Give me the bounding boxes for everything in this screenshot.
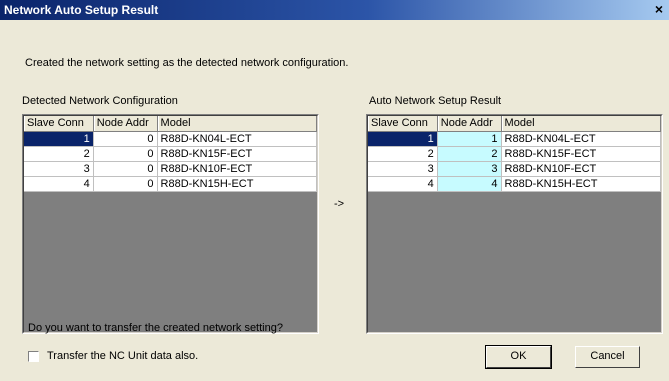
cell-node-addr[interactable]: 0	[93, 162, 158, 177]
cell-node-addr[interactable]: 3	[437, 162, 502, 177]
cell-model[interactable]: R88D-KN15F-ECT	[157, 147, 317, 162]
cell-node-addr[interactable]: 0	[93, 147, 158, 162]
cell-node-addr[interactable]: 4	[437, 177, 502, 192]
col-header-node-addr[interactable]: Node Addr	[93, 116, 158, 131]
table-row[interactable]: 1 1 R88D-KN04L-ECT	[368, 132, 661, 147]
table-row[interactable]: 3 0 R88D-KN10F-ECT	[24, 162, 317, 177]
cell-node-addr[interactable]: 0	[93, 132, 158, 147]
cell-slave-conn[interactable]: 2	[24, 147, 94, 162]
cell-node-addr[interactable]: 1	[437, 132, 502, 147]
cell-model[interactable]: R88D-KN10F-ECT	[501, 162, 661, 177]
table-row[interactable]: 3 3 R88D-KN10F-ECT	[368, 162, 661, 177]
transfer-nc-checkbox[interactable]	[28, 351, 39, 362]
detected-config-grid[interactable]: Slave Conn Node Addr Model 1 0 R88D-KN04…	[22, 114, 319, 334]
col-header-slave-conn[interactable]: Slave Conn	[24, 116, 94, 131]
cell-model[interactable]: R88D-KN15F-ECT	[501, 147, 661, 162]
cell-slave-conn[interactable]: 1	[368, 132, 438, 147]
col-header-model[interactable]: Model	[501, 116, 661, 131]
cell-slave-conn[interactable]: 3	[24, 162, 94, 177]
cell-model[interactable]: R88D-KN15H-ECT	[157, 177, 317, 192]
result-message: Created the network setting as the detec…	[25, 57, 349, 69]
col-header-node-addr[interactable]: Node Addr	[437, 116, 502, 131]
ok-button[interactable]: OK	[485, 345, 552, 369]
cell-slave-conn[interactable]: 1	[24, 132, 94, 147]
window-title: Network Auto Setup Result	[4, 3, 159, 17]
cell-node-addr[interactable]: 0	[93, 177, 158, 192]
cell-node-addr[interactable]: 2	[437, 147, 502, 162]
col-header-model[interactable]: Model	[157, 116, 317, 131]
transfer-question: Do you want to transfer the created netw…	[28, 322, 283, 334]
cell-slave-conn[interactable]: 4	[368, 177, 438, 192]
setup-result-grid[interactable]: Slave Conn Node Addr Model 1 1 R88D-KN04…	[366, 114, 663, 334]
grid-header: Slave Conn Node Addr Model	[24, 116, 317, 132]
table-row[interactable]: 2 0 R88D-KN15F-ECT	[24, 147, 317, 162]
table-row[interactable]: 1 0 R88D-KN04L-ECT	[24, 132, 317, 147]
cancel-button[interactable]: Cancel	[575, 346, 640, 368]
close-icon[interactable]: ×	[651, 2, 667, 17]
title-bar: Network Auto Setup Result ×	[0, 0, 669, 20]
setup-result-label: Auto Network Setup Result	[369, 95, 502, 107]
table-row[interactable]: 2 2 R88D-KN15F-ECT	[368, 147, 661, 162]
col-header-slave-conn[interactable]: Slave Conn	[368, 116, 438, 131]
cell-model[interactable]: R88D-KN04L-ECT	[157, 132, 317, 147]
table-row[interactable]: 4 0 R88D-KN15H-ECT	[24, 177, 317, 192]
cell-slave-conn[interactable]: 3	[368, 162, 438, 177]
cell-slave-conn[interactable]: 4	[24, 177, 94, 192]
arrow-indicator: ->	[334, 198, 345, 210]
cell-model[interactable]: R88D-KN15H-ECT	[501, 177, 661, 192]
transfer-nc-label: Transfer the NC Unit data also.	[47, 350, 199, 362]
cell-slave-conn[interactable]: 2	[368, 147, 438, 162]
grid-header: Slave Conn Node Addr Model	[368, 116, 661, 132]
table-row[interactable]: 4 4 R88D-KN15H-ECT	[368, 177, 661, 192]
cell-model[interactable]: R88D-KN04L-ECT	[501, 132, 661, 147]
detected-config-label: Detected Network Configuration	[22, 95, 178, 107]
cell-model[interactable]: R88D-KN10F-ECT	[157, 162, 317, 177]
